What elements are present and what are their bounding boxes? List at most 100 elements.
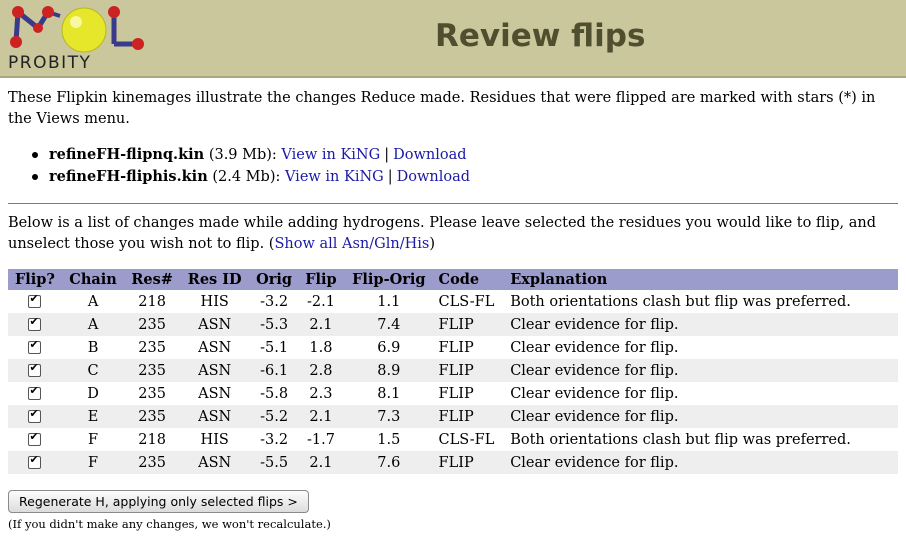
flips-table: Flip? Chain Res# Res ID Orig Flip Flip-O… <box>8 269 898 474</box>
regenerate-button[interactable]: Regenerate H, applying only selected fli… <box>8 490 309 513</box>
column-header-res-num: Res# <box>124 269 180 290</box>
cell-explanation: Clear evidence for flip. <box>506 359 898 382</box>
cell-flip <box>8 359 62 382</box>
cell-flip-orig: 7.4 <box>343 313 435 336</box>
cell-res-num: 235 <box>124 359 180 382</box>
link-separator: | <box>387 169 393 185</box>
kinemage-name: refineFH-fliphis.kin <box>49 168 208 185</box>
cell-res-id: ASN <box>179 359 250 382</box>
column-header-res-id: Res ID <box>179 269 250 290</box>
table-row: B 235 ASN -5.1 1.8 6.9 FLIP Clear evidence for … <box>8 336 898 359</box>
cell-chain: A <box>87 293 99 310</box>
download-link[interactable]: Download <box>393 147 466 163</box>
cell-orig: -5.2 <box>249 405 299 428</box>
view-in-king-link[interactable]: View in KiNG <box>281 147 380 163</box>
column-header-chain: Chain <box>61 269 125 290</box>
table-row: D 235 ASN -5.8 2.3 8.1 FLIP Clear evidence for … <box>8 382 898 405</box>
cell-res-id: ASN <box>198 385 232 402</box>
table-row: F235ASN-5.52.17.6FLIPClear evidence for … <box>8 451 898 474</box>
cell-chain: D <box>87 385 99 402</box>
cell-flip-score: 2.1 <box>298 451 344 474</box>
logo-lettering: PROBITY <box>8 53 91 73</box>
cell-res-id: ASN <box>179 313 250 336</box>
cell-flip <box>8 382 62 405</box>
table-body: A 218 HIS -3.2 -2.1 1.1 CLS-FL Both orientation… <box>8 290 898 474</box>
page-header: PROBITY Review flips <box>0 0 906 78</box>
flip-checkbox[interactable] <box>28 315 42 331</box>
cell-code: FLIP <box>438 385 474 402</box>
cell-flip-orig: 1.5 <box>377 431 401 448</box>
cell-flip-score: 2.8 <box>298 359 344 382</box>
cell-code: FLIP <box>434 359 507 382</box>
kinemage-size: (2.4 Mb): <box>212 169 281 185</box>
cell-orig: -5.1 <box>260 339 289 356</box>
cell-chain: F <box>61 451 125 474</box>
cell-orig: -3.2 <box>260 293 289 310</box>
cell-code: FLIP <box>438 339 474 356</box>
page-title: Review flips <box>435 18 646 54</box>
flip-checkbox[interactable] <box>28 292 42 308</box>
flip-checkbox[interactable] <box>28 384 42 400</box>
main-content: These Flipkin kinemages illustrate the c… <box>0 88 906 531</box>
cell-flip <box>8 313 62 336</box>
cell-explanation: Clear evidence for flip. <box>510 339 679 356</box>
cell-flip <box>8 290 62 313</box>
table-row: F 218 HIS -3.2 -1.7 1.5 CLS-FL Both orientation… <box>8 428 898 451</box>
cell-flip-score: 2.1 <box>298 313 344 336</box>
cell-flip-score: 1.8 <box>309 339 333 356</box>
cell-flip-score: 2.3 <box>309 385 333 402</box>
table-row: E235ASN-5.22.17.3FLIPClear evidence for … <box>8 405 898 428</box>
cell-res-id: HIS <box>200 293 229 310</box>
column-header-code: Code <box>434 269 507 290</box>
cell-flip <box>8 428 62 451</box>
cell-res-num: 235 <box>124 451 180 474</box>
download-link[interactable]: Download <box>397 169 470 185</box>
regenerate-note: (If you didn't make any changes, we won'… <box>8 517 331 531</box>
cell-res-id: ASN <box>179 451 250 474</box>
molprobity-logo: PROBITY <box>8 6 144 73</box>
list-item: refineFH-flipnq.kin (3.9 Mb): View in Ki… <box>30 144 898 166</box>
paren-close: ) <box>429 236 435 252</box>
cell-code: CLS-FL <box>438 431 495 448</box>
kinemage-name: refineFH-flipnq.kin <box>49 146 205 163</box>
cell-flip-score: -2.1 <box>306 293 335 310</box>
cell-chain: A <box>61 313 125 336</box>
table-row: A 218 HIS -3.2 -2.1 1.1 CLS-FL Both orientation… <box>8 290 898 313</box>
cell-explanation: Clear evidence for flip. <box>506 451 898 474</box>
flip-checkbox[interactable] <box>28 361 42 377</box>
list-intro-text: Below is a list of changes made while ad… <box>8 213 898 255</box>
cell-flip <box>8 336 62 359</box>
kinemage-size: (3.9 Mb): <box>208 147 277 163</box>
flip-checkbox[interactable] <box>28 407 42 423</box>
flip-checkbox[interactable] <box>28 430 42 446</box>
cell-flip-orig: 6.9 <box>377 339 401 356</box>
cell-chain: E <box>61 405 125 428</box>
kinemage-list: refineFH-flipnq.kin (3.9 Mb): View in Ki… <box>8 144 898 188</box>
cell-orig: -5.3 <box>249 313 299 336</box>
cell-res-num: 218 <box>138 293 166 310</box>
cell-orig: -3.2 <box>260 431 289 448</box>
cell-explanation: Clear evidence for flip. <box>506 405 898 428</box>
show-all-link[interactable]: Show all Asn/Gln/His <box>274 236 429 252</box>
cell-code: FLIP <box>434 405 507 428</box>
cell-flip-score: 2.1 <box>298 405 344 428</box>
cell-flip <box>8 451 62 474</box>
intro-text: These Flipkin kinemages illustrate the c… <box>8 90 876 127</box>
cell-flip-orig: 8.1 <box>377 385 401 402</box>
view-in-king-link[interactable]: View in KiNG <box>285 169 384 185</box>
column-header-flip-score: Flip <box>298 269 344 290</box>
cell-orig: -5.5 <box>249 451 299 474</box>
column-header-orig: Orig <box>249 269 299 290</box>
cell-res-num: 235 <box>138 385 166 402</box>
link-separator: | <box>384 147 390 163</box>
cell-chain: B <box>87 339 99 356</box>
flip-checkbox[interactable] <box>28 453 42 469</box>
cell-res-id: ASN <box>179 405 250 428</box>
cell-code: FLIP <box>434 451 507 474</box>
flip-checkbox[interactable] <box>28 338 42 354</box>
cell-flip-orig: 7.6 <box>343 451 435 474</box>
cell-flip-orig: 8.9 <box>343 359 435 382</box>
cell-flip-score: -1.7 <box>306 431 335 448</box>
cell-flip <box>8 405 62 428</box>
cell-flip-orig: 7.3 <box>343 405 435 428</box>
